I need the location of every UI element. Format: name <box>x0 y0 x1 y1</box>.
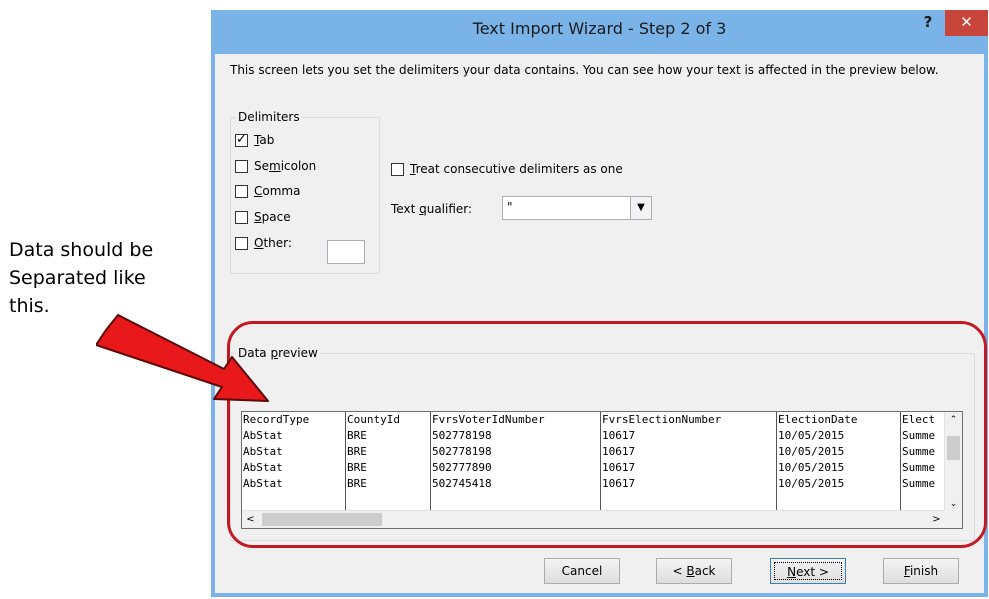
preview-column: Elect Summe Summe Summe Summe <box>901 412 945 512</box>
back-button[interactable]: < Back <box>656 558 732 584</box>
data-preview-grid[interactable]: RecordType AbStat AbStat AbStat AbStat C… <box>241 411 963 529</box>
table-cell: 502745418 <box>432 477 492 490</box>
space-label: Space <box>254 210 291 224</box>
other-checkbox[interactable]: Other: <box>235 233 292 253</box>
text-qualifier-label: Text qualifier: <box>391 202 473 216</box>
table-cell: BRE <box>347 429 367 442</box>
space-checkbox[interactable]: Space <box>235 207 291 227</box>
column-header: Elect <box>902 413 936 426</box>
comma-checkbox[interactable]: Comma <box>235 181 300 201</box>
other-delimiter-input[interactable] <box>327 240 365 264</box>
scrollbar-corner <box>945 511 962 528</box>
table-cell: Summe <box>902 445 936 458</box>
table-cell: Summe <box>902 429 936 442</box>
semicolon-checkbox[interactable]: Semicolon <box>235 156 316 176</box>
data-preview-group: Data preview RecordType AbStat AbStat Ab… <box>230 346 975 541</box>
scroll-thumb[interactable] <box>947 436 960 460</box>
scroll-thumb[interactable] <box>262 513 382 526</box>
text-import-wizard-dialog: Text Import Wizard - Step 2 of 3 ? ✕ Thi… <box>211 10 988 597</box>
checkbox-icon[interactable] <box>391 162 404 176</box>
preview-column: ElectionDate 10/05/2015 10/05/2015 10/05… <box>777 412 901 512</box>
table-cell: 10617 <box>602 429 636 442</box>
checkbox-icon[interactable] <box>235 159 248 173</box>
red-arrow-icon <box>96 314 269 402</box>
column-header: FvrsVoterIdNumber <box>432 413 545 426</box>
comma-label: Comma <box>254 184 301 198</box>
text-qualifier-select[interactable]: " ▼ <box>502 196 652 220</box>
preview-column: FvrsElectionNumber 10617 10617 10617 106… <box>601 412 777 512</box>
dialog-body: This screen lets you set the delimiters … <box>215 54 984 593</box>
text-qualifier-value: " <box>507 200 513 214</box>
table-cell: 10/05/2015 <box>778 429 845 442</box>
table-cell: 502777890 <box>432 461 492 474</box>
intro-text: This screen lets you set the delimiters … <box>230 63 939 77</box>
table-cell: AbStat <box>243 461 283 474</box>
table-cell: Summe <box>902 477 936 490</box>
vertical-scrollbar[interactable]: ⌃ ⌄ <box>944 412 962 512</box>
preview-column: CountyId BRE BRE BRE BRE <box>346 412 431 512</box>
table-cell: 502778198 <box>432 429 492 442</box>
dialog-title: Text Import Wizard - Step 2 of 3 <box>472 19 727 38</box>
preview-column: FvrsVoterIdNumber 502778198 502778198 50… <box>431 412 601 512</box>
preview-table: RecordType AbStat AbStat AbStat AbStat C… <box>242 412 945 512</box>
consecutive-delimiters-checkbox[interactable]: Treat consecutive delimiters as one <box>391 162 623 176</box>
close-button[interactable]: ✕ <box>945 10 988 36</box>
chevron-up-icon[interactable]: ⌃ <box>945 412 962 428</box>
table-cell: AbStat <box>243 429 283 442</box>
chevron-left-icon[interactable]: < <box>242 511 259 528</box>
table-cell: BRE <box>347 461 367 474</box>
column-header: FvrsElectionNumber <box>602 413 722 426</box>
semicolon-label: Semicolon <box>254 159 317 173</box>
title-bar: Text Import Wizard - Step 2 of 3 ? ✕ <box>211 10 988 54</box>
preview-column: RecordType AbStat AbStat AbStat AbStat <box>242 412 346 512</box>
chevron-down-icon[interactable]: ▼ <box>630 197 651 219</box>
table-cell: BRE <box>347 477 367 490</box>
checkbox-icon[interactable] <box>235 184 248 198</box>
column-header: ElectionDate <box>778 413 858 426</box>
checkbox-icon[interactable] <box>235 210 248 224</box>
delimiters-group: Delimiters Tab Semicolon Comma Space Oth… <box>230 110 380 274</box>
table-cell: 10617 <box>602 445 636 458</box>
annotation-line: Data should be <box>9 239 154 261</box>
column-header: CountyId <box>347 413 400 426</box>
checkbox-checked-icon[interactable] <box>235 132 248 147</box>
annotation-line: Separated like <box>9 267 146 289</box>
tab-label: Tab <box>254 133 275 147</box>
horizontal-scrollbar[interactable]: < > <box>242 510 945 528</box>
help-button[interactable]: ? <box>917 10 939 36</box>
table-cell: AbStat <box>243 477 283 490</box>
close-icon: ✕ <box>960 13 973 31</box>
table-cell: 10/05/2015 <box>778 477 845 490</box>
tab-checkbox[interactable]: Tab <box>235 130 274 150</box>
table-cell: BRE <box>347 445 367 458</box>
table-cell: AbStat <box>243 445 283 458</box>
chevron-right-icon[interactable]: > <box>928 511 945 528</box>
other-label: Other: <box>254 236 292 250</box>
next-button[interactable]: Next > <box>770 558 846 584</box>
chevron-down-icon[interactable]: ⌄ <box>945 496 962 512</box>
table-cell: Summe <box>902 461 936 474</box>
consecutive-delimiters-label: Treat consecutive delimiters as one <box>410 162 623 176</box>
table-cell: 10617 <box>602 461 636 474</box>
table-cell: 502778198 <box>432 445 492 458</box>
table-cell: 10617 <box>602 477 636 490</box>
checkbox-icon[interactable] <box>235 236 248 250</box>
cancel-button[interactable]: Cancel <box>544 558 620 584</box>
delimiters-label: Delimiters <box>236 110 302 124</box>
table-cell: 10/05/2015 <box>778 461 845 474</box>
table-cell: 10/05/2015 <box>778 445 845 458</box>
finish-button[interactable]: Finish <box>883 558 959 584</box>
